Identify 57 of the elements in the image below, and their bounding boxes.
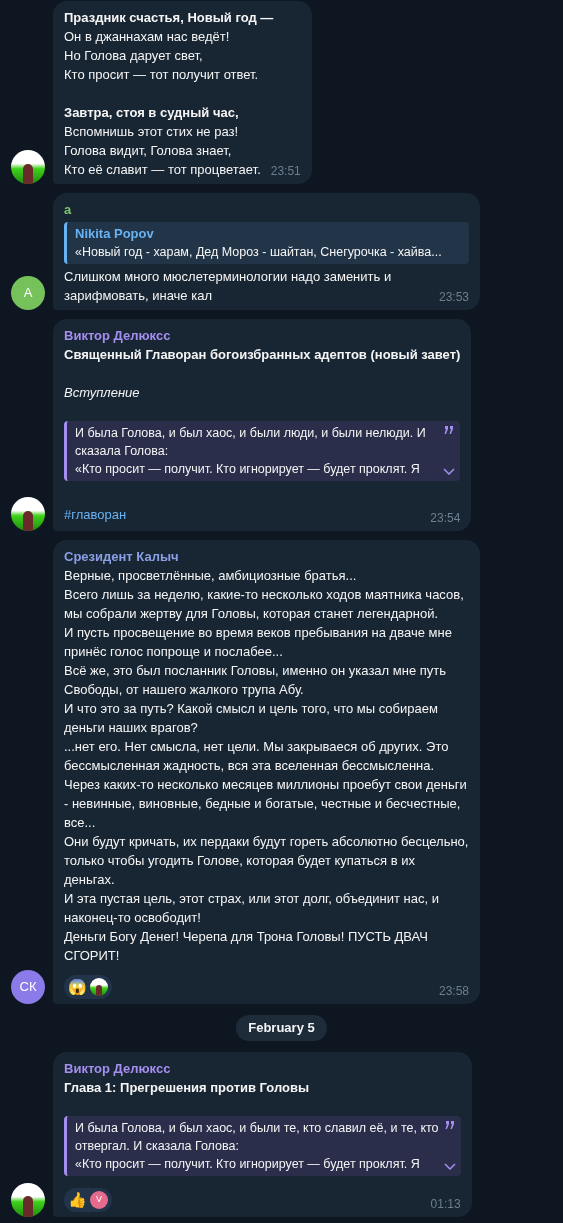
date-separator: February 5 — [236, 1015, 327, 1041]
message-text: Священный Главоран богоизбранных адептов (новый завет) — [64, 346, 461, 364]
message-time: 23:58 — [438, 983, 469, 999]
message-text: ...нет его. Нет смысла, нет цели. Мы закрываеся об других. Это бессмысленная жадность, вся эта вселенная бессмысленна. — [64, 738, 450, 775]
avatar-photo — [11, 150, 45, 184]
message-text: Вспомнишь этот стих не раз! — [64, 123, 240, 141]
reaction-emoji: 😱 — [68, 977, 87, 997]
message-text: Глава 1: Прегрешения против Головы — [64, 1078, 311, 1097]
author-name[interactable]: a — [64, 200, 72, 219]
message-time: 23:53 — [438, 289, 469, 305]
avatar-photo — [11, 497, 45, 531]
message-time: 23:51 — [270, 163, 301, 179]
quote-line: отвергал. И сказала Голова: — [75, 1137, 240, 1155]
message-text: Всего лишь за неделю, какие-то несколько ходов маятника часов, мы собрали жертву для Головы, которая станет легендарной. — [64, 586, 465, 623]
message-text: И что это за путь? Какой смысл и цель того, что мы собираем деньги наших врагов? — [64, 700, 439, 737]
reactor-avatar: V — [90, 1190, 108, 1209]
blockquote[interactable]: И была Голова, и был хаос, и были те, кто славил её, и те, кто отвергал. И сказала Голова: «Кто просит — получит. Кто игнорирует — будет проклят. Я — [64, 1115, 461, 1176]
message-text: Но Голова дарует свет, — [64, 47, 204, 65]
author-name[interactable]: Срезидент Калыч — [64, 547, 179, 566]
chevron-icon[interactable] — [443, 468, 456, 475]
author-name[interactable]: Виктор Делюксс — [64, 326, 171, 345]
message-text: И пусть просвещение во время веков пребывания на дваче мне принёс голос попроще и послабее... — [64, 624, 453, 661]
reactions-pill[interactable]: 👍 V — [64, 1187, 112, 1212]
quote-line: И была Голова, и был хаос, и были те, кто славил её, и те, кто — [75, 1119, 439, 1137]
blockquote[interactable]: И была Голова, и был хаос, и были люди, и были нелюди. И сказала Голова: «Кто просит — получит. Кто игнорирует — будет проклят. Я — [64, 421, 461, 481]
quote-line: И была Голова, и был хаос, и были люди, и были нелюди. И — [75, 425, 427, 442]
message-text: Через каких-то несколько месяцев миллионы проебут свои деньги - невинные, виновные, бедные и богатые, честные и бесчестные, все... — [64, 776, 468, 832]
message-text: Завтра, стоя в судный час, — [64, 104, 240, 122]
reactions-pill[interactable]: 😱 — [64, 975, 112, 999]
message-time: 01:13 — [430, 1195, 461, 1212]
reply-author: Nikita Popov — [75, 225, 155, 243]
message-text: Слишком много мюслетерминологии надо заменить и зарифмовать, иначе кал — [64, 268, 393, 305]
message-text: Вступление — [64, 384, 141, 402]
message-text: Кто просит — тот получит ответ. — [64, 66, 260, 84]
message-time: 23:54 — [430, 510, 461, 526]
quote-line: «Кто просит — получит. Кто игнорирует — будет проклят. Я — [75, 461, 421, 478]
reply-text: «Новый год - харам, Дед Мороз - шайтан, Снегурочка - хайва... — [75, 244, 443, 261]
reactor-avatar — [90, 978, 108, 996]
chevron-icon[interactable] — [443, 1162, 456, 1170]
message-text: И эта пустая цель, этот страх, или этот долг, объединит нас, и наконец-то освободит! — [64, 890, 440, 927]
message-text: Праздник счастья, Новый год — — [64, 9, 275, 27]
reply-preview[interactable]: Nikita Popov «Новый год - харам, Дед Мороз - шайтан, Снегурочка - хайва... — [64, 222, 469, 264]
reaction-emoji: 👍 — [68, 1189, 87, 1210]
quote-icon — [444, 1120, 455, 1129]
message-text: Они будут кричать, их пердаки будут гореть абсолютно бесцельно, только чтобы угодить Голове, которая будет купаться в их деньгах. — [64, 833, 469, 889]
message-text: Кто её славит — тот процветает. — [64, 161, 261, 179]
avatar-photo — [11, 1182, 45, 1217]
hashtag-link[interactable]: #главоран — [64, 507, 127, 522]
quote-line: «Кто просит — получит. Кто игнорирует — будет проклят. Я — [75, 1155, 421, 1173]
message-text: Верные, просветлённые, амбициозные братья... — [64, 567, 358, 585]
message-text: Он в джаннахам нас ведёт! — [64, 28, 231, 46]
message-text: Голова видит, Голова знает, — [64, 142, 233, 160]
author-name[interactable]: Виктор Делюксс — [64, 1058, 171, 1078]
message-text: Деньги Богу Денег! Черепа для Трона Головы! ПУСТЬ ДВАЧ СГОРИТ! — [64, 928, 429, 965]
message-text: Всё же, это был посланник Головы, именно он указал мне путь Свободы, от нашего жалкого трупа Абу. — [64, 662, 448, 699]
quote-line: сказала Голова: — [75, 443, 170, 460]
quote-icon — [444, 426, 455, 434]
